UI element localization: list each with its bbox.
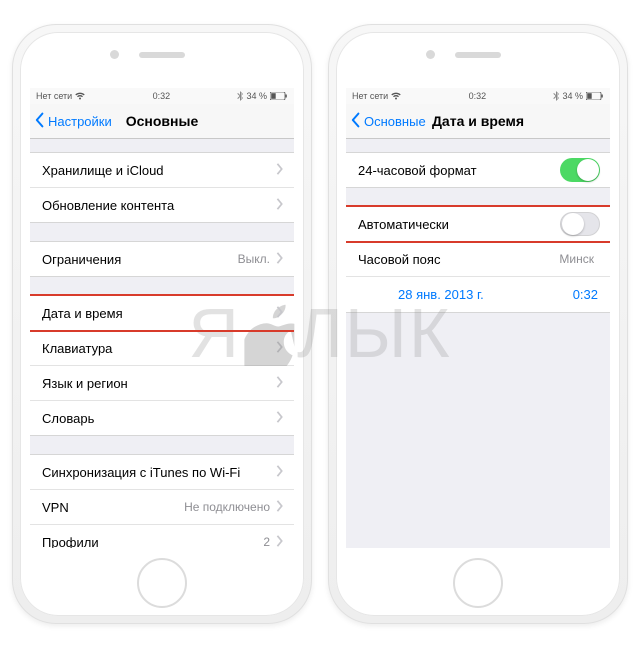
chevron-right-icon <box>276 252 284 267</box>
group-restrictions: Ограничения Выкл. <box>30 241 294 277</box>
toggle-knob <box>577 159 599 181</box>
screen-left: Нет сети 0:32 34 % Настройки Основные Хр… <box>30 88 294 548</box>
row-label: Профили <box>42 535 263 549</box>
bluetooth-icon <box>553 91 559 101</box>
front-camera <box>110 50 119 59</box>
row-value: Минск <box>559 252 594 266</box>
back-label: Основные <box>364 114 426 129</box>
status-time: 0:32 <box>153 91 171 101</box>
bluetooth-icon <box>237 91 243 101</box>
row-label: Клавиатура <box>42 341 276 356</box>
speaker <box>139 52 185 58</box>
group-datetime: Дата и время Клавиатура Язык и регион Сл… <box>30 295 294 436</box>
battery-text: 34 % <box>246 91 267 101</box>
row-label: 24-часовой формат <box>358 163 560 178</box>
row-value: 2 <box>263 535 270 548</box>
chevron-right-icon <box>276 163 284 178</box>
status-bar: Нет сети 0:32 34 % <box>30 88 294 104</box>
time-value: 0:32 <box>573 287 598 302</box>
row-label: Дата и время <box>42 306 276 321</box>
row-date-time[interactable]: Дата и время <box>30 296 294 330</box>
chevron-right-icon <box>276 500 284 515</box>
toggle-knob <box>562 213 584 235</box>
carrier-text: Нет сети <box>36 91 72 101</box>
battery-icon <box>586 92 604 100</box>
settings-list: Хранилище и iCloud Обновление контента О… <box>30 138 294 548</box>
phone-right: Нет сети 0:32 34 % Основные Дата и время… <box>328 24 628 624</box>
row-keyboard[interactable]: Клавиатура <box>30 330 294 365</box>
row-label: Ограничения <box>42 252 238 267</box>
chevron-right-icon <box>276 535 284 549</box>
group-auto: Автоматически Часовой пояс Минск 28 янв.… <box>346 206 610 313</box>
row-profiles[interactable]: Профили 2 <box>30 524 294 548</box>
date-value: 28 янв. 2013 г. <box>398 287 484 302</box>
chevron-right-icon <box>276 306 284 321</box>
status-bar: Нет сети 0:32 34 % <box>346 88 610 104</box>
chevron-right-icon <box>276 376 284 391</box>
speaker <box>455 52 501 58</box>
row-24h-format[interactable]: 24-часовой формат <box>346 153 610 187</box>
row-storage-icloud[interactable]: Хранилище и iCloud <box>30 153 294 187</box>
chevron-left-icon <box>34 112 46 131</box>
back-button[interactable]: Настройки <box>30 112 112 131</box>
row-restrictions[interactable]: Ограничения Выкл. <box>30 242 294 276</box>
group-sync: Синхронизация с iTunes по Wi-Fi VPN Не п… <box>30 454 294 548</box>
carrier-text: Нет сети <box>352 91 388 101</box>
phone-left: Нет сети 0:32 34 % Настройки Основные Хр… <box>12 24 312 624</box>
front-camera <box>426 50 435 59</box>
row-content-refresh[interactable]: Обновление контента <box>30 187 294 222</box>
row-value: Не подключено <box>184 500 270 514</box>
row-label: Синхронизация с iTunes по Wi-Fi <box>42 465 276 480</box>
screen-right: Нет сети 0:32 34 % Основные Дата и время… <box>346 88 610 548</box>
home-button[interactable] <box>453 558 503 608</box>
row-label: Обновление контента <box>42 198 276 213</box>
row-language-region[interactable]: Язык и регион <box>30 365 294 400</box>
wifi-icon <box>75 92 85 100</box>
chevron-right-icon <box>276 198 284 213</box>
row-label: VPN <box>42 500 184 515</box>
battery-icon <box>270 92 288 100</box>
back-label: Настройки <box>48 114 112 129</box>
row-label: Часовой пояс <box>358 252 559 267</box>
row-auto[interactable]: Автоматически <box>346 207 610 241</box>
chevron-right-icon <box>276 341 284 356</box>
row-datetime-value[interactable]: 28 янв. 2013 г. 0:32 <box>346 276 610 312</box>
group-24h: 24-часовой формат <box>346 152 610 188</box>
nav-bar: Основные Дата и время <box>346 104 610 139</box>
back-button[interactable]: Основные <box>346 112 426 131</box>
chevron-right-icon <box>276 411 284 426</box>
row-value: Выкл. <box>238 252 270 266</box>
home-button[interactable] <box>137 558 187 608</box>
row-timezone[interactable]: Часовой пояс Минск <box>346 241 610 276</box>
row-label: Хранилище и iCloud <box>42 163 276 178</box>
toggle-auto[interactable] <box>560 212 600 236</box>
wifi-icon <box>391 92 401 100</box>
row-label: Язык и регион <box>42 376 276 391</box>
group-storage: Хранилище и iCloud Обновление контента <box>30 152 294 223</box>
nav-bar: Настройки Основные <box>30 104 294 139</box>
chevron-right-icon <box>276 465 284 480</box>
datetime-settings: 24-часовой формат Автоматически Часовой … <box>346 138 610 548</box>
row-label: Словарь <box>42 411 276 426</box>
row-label: Автоматически <box>358 217 560 232</box>
battery-text: 34 % <box>562 91 583 101</box>
row-dictionary[interactable]: Словарь <box>30 400 294 435</box>
row-itunes-wifi-sync[interactable]: Синхронизация с iTunes по Wi-Fi <box>30 455 294 489</box>
row-vpn[interactable]: VPN Не подключено <box>30 489 294 524</box>
chevron-left-icon <box>350 112 362 131</box>
toggle-24h[interactable] <box>560 158 600 182</box>
status-time: 0:32 <box>469 91 487 101</box>
